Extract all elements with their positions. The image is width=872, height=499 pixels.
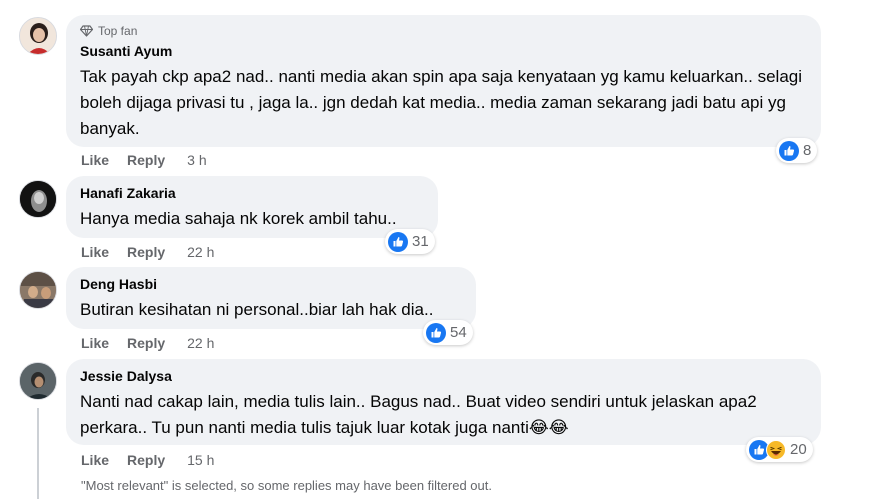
comment-text: Hanya media sahaja nk korek ambil tahu..	[80, 209, 397, 228]
reply-button[interactable]: Reply	[127, 244, 165, 260]
avatar[interactable]	[19, 17, 57, 55]
avatar[interactable]	[19, 180, 57, 218]
comment-timestamp[interactable]: 22 h	[187, 335, 214, 351]
like-button[interactable]: Like	[81, 152, 109, 168]
like-button[interactable]: Like	[81, 335, 109, 351]
comment-author[interactable]: Hanafi Zakaria	[80, 184, 424, 203]
like-reaction-icon	[426, 322, 446, 343]
reaction-summary[interactable]: 20	[746, 437, 813, 462]
reaction-summary[interactable]: 54	[423, 320, 473, 345]
comment-author[interactable]: Deng Hasbi	[80, 275, 462, 294]
like-button[interactable]: Like	[81, 452, 109, 468]
like-reaction-icon	[779, 140, 799, 161]
comment-bubble: Deng Hasbi Butiran kesihatan ni personal…	[66, 267, 476, 329]
comment-author[interactable]: Jessie Dalysa	[80, 367, 807, 386]
like-button[interactable]: Like	[81, 244, 109, 260]
avatar[interactable]	[19, 271, 57, 309]
diamond-icon	[80, 25, 93, 37]
filter-notice: "Most relevant" is selected, so some rep…	[81, 478, 492, 493]
comment-actions: Like Reply 3 h	[81, 151, 207, 169]
reaction-count: 31	[412, 233, 429, 250]
comment-timestamp[interactable]: 15 h	[187, 452, 214, 468]
reaction-count: 8	[803, 142, 812, 159]
comment-text: Tak payah ckp apa2 nad.. nanti media aka…	[80, 67, 803, 138]
comment-text: Nanti nad cakap lain, media tulis lain..…	[80, 392, 757, 437]
comment-timestamp[interactable]: 22 h	[187, 244, 214, 260]
haha-reaction-icon	[766, 439, 786, 460]
comment-actions: Like Reply 15 h	[81, 451, 214, 469]
comment-actions: Like Reply 22 h	[81, 243, 214, 261]
reply-button[interactable]: Reply	[127, 335, 165, 351]
reaction-summary[interactable]: 31	[385, 229, 435, 254]
comment-author[interactable]: Susanti Ayum	[80, 42, 807, 61]
reaction-summary[interactable]: 8	[776, 138, 818, 163]
comment-bubble: Top fan Susanti Ayum Tak payah ckp apa2 …	[66, 15, 821, 147]
top-fan-badge[interactable]: Top fan	[80, 23, 807, 39]
comment-actions: Like Reply 22 h	[81, 334, 214, 352]
comment-bubble: Jessie Dalysa Nanti nad cakap lain, medi…	[66, 359, 821, 445]
comment-text: Butiran kesihatan ni personal..biar lah …	[80, 300, 434, 319]
badge-label: Top fan	[98, 24, 138, 38]
comment-timestamp[interactable]: 3 h	[187, 152, 206, 168]
comment-bubble: Hanafi Zakaria Hanya media sahaja nk kor…	[66, 176, 438, 238]
reaction-count: 54	[450, 324, 467, 341]
avatar[interactable]	[19, 362, 57, 400]
reaction-count: 20	[790, 441, 807, 458]
like-reaction-icon	[388, 231, 408, 252]
thread-line	[37, 408, 39, 499]
reply-button[interactable]: Reply	[127, 152, 165, 168]
reply-button[interactable]: Reply	[127, 452, 165, 468]
